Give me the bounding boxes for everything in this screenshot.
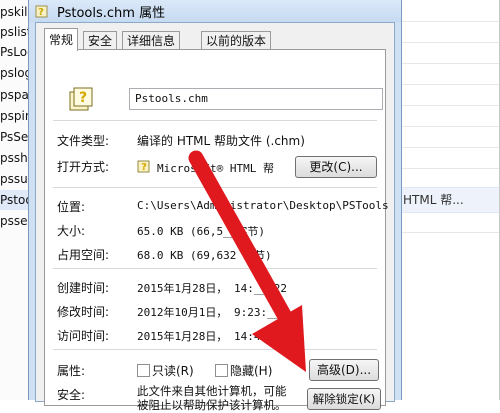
red-arrow-annotation bbox=[188, 150, 306, 372]
tab-general[interactable]: 常规 bbox=[44, 28, 79, 51]
